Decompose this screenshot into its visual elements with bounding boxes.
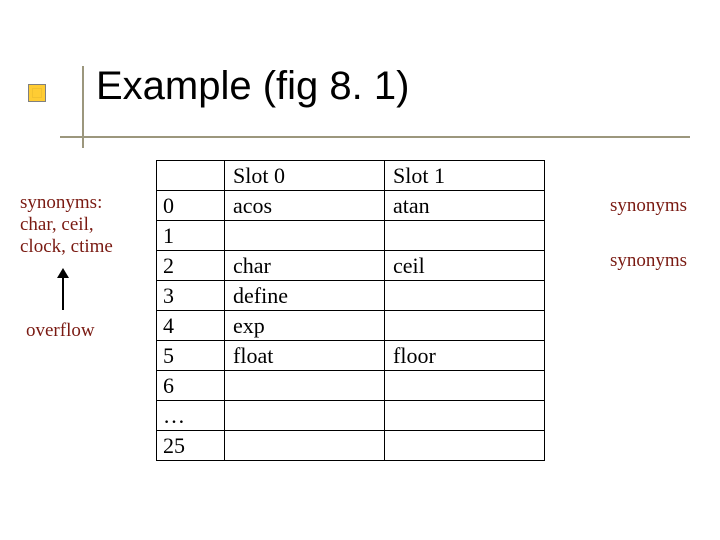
row-index: 2	[157, 251, 225, 281]
synonyms-list-annotation: synonyms: char, ceil, clock, ctime	[20, 192, 140, 258]
row-index: 6	[157, 371, 225, 401]
overflow-arrow-icon	[56, 270, 64, 310]
table-header-blank	[157, 161, 225, 191]
cell-slot1: atan	[385, 191, 545, 221]
synonyms-annotation-row0: synonyms	[610, 195, 687, 217]
synonyms-list-line: clock, ctime	[20, 236, 140, 258]
table-row: 2 char ceil	[157, 251, 545, 281]
cell-slot1	[385, 401, 545, 431]
cell-slot1	[385, 311, 545, 341]
page-title: Example (fig 8. 1)	[96, 64, 409, 109]
cell-slot1	[385, 281, 545, 311]
row-index: 1	[157, 221, 225, 251]
title-decoration-horizontal	[60, 136, 690, 138]
table-row: 3 define	[157, 281, 545, 311]
row-index: 0	[157, 191, 225, 221]
cell-slot0: float	[225, 341, 385, 371]
cell-slot0	[225, 401, 385, 431]
cell-slot0: acos	[225, 191, 385, 221]
title-bullet-icon	[28, 84, 46, 102]
table-header-row: Slot 0 Slot 1	[157, 161, 545, 191]
cell-slot0	[225, 221, 385, 251]
cell-slot0	[225, 371, 385, 401]
cell-slot0	[225, 431, 385, 461]
table-row: …	[157, 401, 545, 431]
overflow-label: overflow	[26, 320, 95, 342]
cell-slot1	[385, 431, 545, 461]
cell-slot0: define	[225, 281, 385, 311]
hash-table: Slot 0 Slot 1 0 acos atan 1 2 char ceil …	[156, 160, 545, 461]
cell-slot0: char	[225, 251, 385, 281]
row-index: 5	[157, 341, 225, 371]
table-header-slot0: Slot 0	[225, 161, 385, 191]
cell-slot1	[385, 371, 545, 401]
table-header-slot1: Slot 1	[385, 161, 545, 191]
table-row: 1	[157, 221, 545, 251]
row-index: …	[157, 401, 225, 431]
row-index: 3	[157, 281, 225, 311]
cell-slot0: exp	[225, 311, 385, 341]
row-index: 25	[157, 431, 225, 461]
synonyms-list-line: char, ceil,	[20, 214, 140, 236]
table-row: 4 exp	[157, 311, 545, 341]
table-row: 6	[157, 371, 545, 401]
synonyms-annotation-row2: synonyms	[610, 250, 687, 272]
table-row: 25	[157, 431, 545, 461]
cell-slot1: ceil	[385, 251, 545, 281]
row-index: 4	[157, 311, 225, 341]
table-row: 5 float floor	[157, 341, 545, 371]
cell-slot1: floor	[385, 341, 545, 371]
table-row: 0 acos atan	[157, 191, 545, 221]
cell-slot1	[385, 221, 545, 251]
synonyms-list-line: synonyms:	[20, 192, 140, 214]
